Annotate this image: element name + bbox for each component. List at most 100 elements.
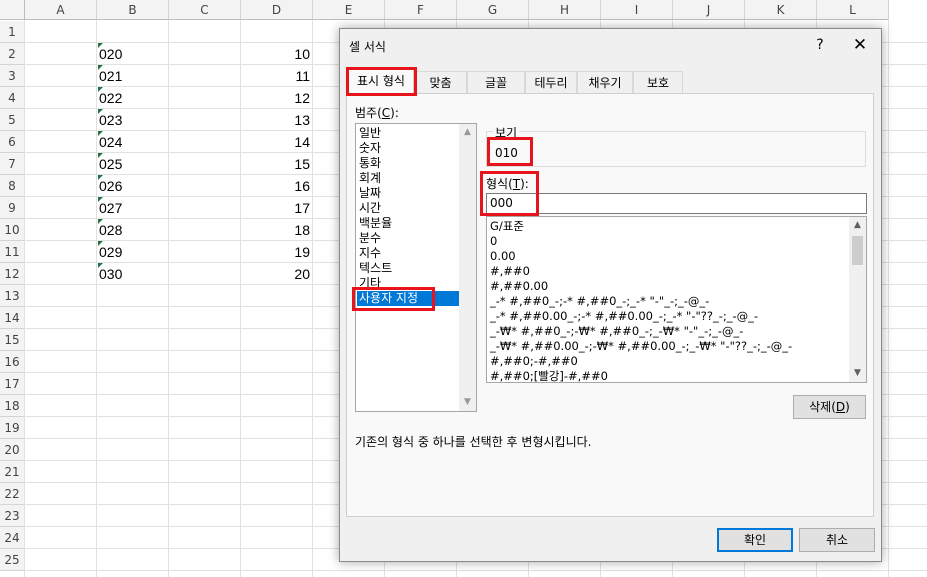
tab-fill[interactable]: 채우기 bbox=[577, 71, 633, 93]
format-item[interactable]: #,##0;[빨강]-#,##0 bbox=[490, 369, 608, 382]
column-header[interactable]: I bbox=[601, 0, 673, 20]
row-header[interactable]: 22 bbox=[0, 483, 25, 505]
cell-b[interactable]: 026 bbox=[98, 175, 167, 196]
category-item[interactable]: 분수 bbox=[359, 231, 381, 246]
tab-font[interactable]: 글꼴 bbox=[467, 71, 525, 93]
row-header[interactable]: 9 bbox=[0, 197, 25, 219]
cell-d[interactable]: 15 bbox=[240, 153, 310, 174]
cell-d[interactable]: 11 bbox=[240, 65, 310, 86]
format-item[interactable]: 0 bbox=[490, 234, 497, 249]
cell-b[interactable]: 027 bbox=[98, 197, 167, 218]
format-list[interactable]: G/표준 0 0.00 #,##0 #,##0.00 _-* #,##0_-;-… bbox=[486, 216, 867, 383]
format-scrollbar[interactable]: ▲ ▼ bbox=[849, 217, 866, 382]
category-item[interactable]: 백분율 bbox=[359, 216, 392, 231]
scroll-down-icon[interactable]: ▼ bbox=[849, 365, 866, 382]
row-header[interactable]: 18 bbox=[0, 395, 25, 417]
row-header[interactable]: 14 bbox=[0, 307, 25, 329]
row-header[interactable]: 23 bbox=[0, 505, 25, 527]
cell-d[interactable]: 20 bbox=[240, 263, 310, 284]
cell-d[interactable]: 13 bbox=[240, 109, 310, 130]
row-header[interactable]: 10 bbox=[0, 219, 25, 241]
category-item[interactable]: 일반 bbox=[359, 126, 381, 141]
row-header[interactable]: 11 bbox=[0, 241, 25, 263]
column-header[interactable]: G bbox=[457, 0, 529, 20]
category-item[interactable]: 시간 bbox=[359, 201, 381, 216]
help-button[interactable]: ? bbox=[810, 35, 830, 55]
row-header[interactable]: 6 bbox=[0, 131, 25, 153]
format-item[interactable]: _-* #,##0.00_-;-* #,##0.00_-;_-* "-"??_-… bbox=[490, 309, 758, 324]
cell-b[interactable]: 023 bbox=[98, 109, 167, 130]
column-header[interactable]: D bbox=[241, 0, 313, 20]
type-input[interactable]: 000 bbox=[486, 193, 867, 214]
cell-b[interactable]: 028 bbox=[98, 219, 167, 240]
format-item[interactable]: #,##0;-#,##0 bbox=[490, 354, 578, 369]
cell-b[interactable]: 021 bbox=[98, 65, 167, 86]
cell-d[interactable]: 10 bbox=[240, 43, 310, 64]
format-item[interactable]: _-* #,##0_-;-* #,##0_-;_-* "-"_-;_-@_- bbox=[490, 294, 709, 309]
row-header[interactable]: 19 bbox=[0, 417, 25, 439]
row-header[interactable]: 21 bbox=[0, 461, 25, 483]
column-header[interactable]: A bbox=[25, 0, 97, 20]
category-item[interactable]: 숫자 bbox=[359, 141, 381, 156]
cell-b[interactable]: 024 bbox=[98, 131, 167, 152]
row-header[interactable]: 1 bbox=[0, 21, 25, 43]
cell-b[interactable]: 022 bbox=[98, 87, 167, 108]
category-scrollbar[interactable]: ▲ ▼ bbox=[459, 124, 476, 411]
category-item-custom-selected[interactable]: 사용자 지정 bbox=[357, 291, 459, 306]
cell-b[interactable]: 030 bbox=[98, 263, 167, 284]
format-item[interactable]: G/표준 bbox=[490, 219, 524, 234]
delete-button[interactable]: 삭제(D) bbox=[793, 395, 866, 419]
row-header[interactable]: 16 bbox=[0, 351, 25, 373]
category-item[interactable]: 텍스트 bbox=[359, 261, 392, 276]
row-header[interactable]: 25 bbox=[0, 549, 25, 571]
scroll-up-icon[interactable]: ▲ bbox=[459, 124, 476, 141]
cell-d[interactable]: 16 bbox=[240, 175, 310, 196]
column-header[interactable]: B bbox=[97, 0, 169, 20]
cell-b[interactable]: 025 bbox=[98, 153, 167, 174]
close-button[interactable]: ✕ bbox=[848, 35, 872, 55]
row-header[interactable]: 20 bbox=[0, 439, 25, 461]
cancel-button[interactable]: 취소 bbox=[799, 528, 875, 552]
cell-d[interactable]: 17 bbox=[240, 197, 310, 218]
row-header[interactable]: 12 bbox=[0, 263, 25, 285]
column-header[interactable]: J bbox=[673, 0, 745, 20]
column-header[interactable]: F bbox=[385, 0, 457, 20]
row-header[interactable]: 7 bbox=[0, 153, 25, 175]
format-item[interactable]: 0.00 bbox=[490, 249, 516, 264]
row-header[interactable]: 2 bbox=[0, 43, 25, 65]
row-header[interactable]: 8 bbox=[0, 175, 25, 197]
column-header[interactable]: C bbox=[169, 0, 241, 20]
cell-b[interactable]: 029 bbox=[98, 241, 167, 262]
scroll-down-icon[interactable]: ▼ bbox=[459, 394, 476, 411]
cell-b[interactable]: 020 bbox=[98, 43, 167, 64]
scroll-thumb[interactable] bbox=[852, 236, 863, 265]
category-item[interactable]: 회계 bbox=[359, 171, 381, 186]
tab-border[interactable]: 테두리 bbox=[525, 71, 577, 93]
tab-protection[interactable]: 보호 bbox=[633, 71, 683, 93]
format-item[interactable]: #,##0.00 bbox=[490, 279, 548, 294]
column-header[interactable]: L bbox=[817, 0, 889, 20]
column-header[interactable]: K bbox=[745, 0, 817, 20]
format-item[interactable]: _-₩* #,##0_-;-₩* #,##0_-;_-₩* "-"_-;_-@_… bbox=[490, 324, 743, 339]
category-item[interactable]: 지수 bbox=[359, 246, 381, 261]
cell-d[interactable]: 18 bbox=[240, 219, 310, 240]
column-header[interactable]: H bbox=[529, 0, 601, 20]
scroll-up-icon[interactable]: ▲ bbox=[849, 217, 866, 234]
row-header[interactable]: 3 bbox=[0, 65, 25, 87]
format-item[interactable]: #,##0 bbox=[490, 264, 530, 279]
category-item[interactable]: 기타 bbox=[359, 276, 381, 291]
row-header[interactable]: 5 bbox=[0, 109, 25, 131]
row-header[interactable]: 17 bbox=[0, 373, 25, 395]
cell-d[interactable]: 12 bbox=[240, 87, 310, 108]
row-header[interactable]: 24 bbox=[0, 527, 25, 549]
select-all-corner[interactable] bbox=[0, 0, 25, 20]
category-item[interactable]: 통화 bbox=[359, 156, 381, 171]
tab-number[interactable]: 표시 형식 bbox=[348, 69, 414, 95]
category-list[interactable]: 일반 숫자 통화 회계 날짜 시간 백분율 분수 지수 텍스트 기타 사용자 지… bbox=[355, 123, 477, 412]
cell-d[interactable]: 14 bbox=[240, 131, 310, 152]
column-header[interactable]: E bbox=[313, 0, 385, 20]
ok-button[interactable]: 확인 bbox=[717, 528, 793, 552]
category-item[interactable]: 날짜 bbox=[359, 186, 381, 201]
tab-alignment[interactable]: 맞춤 bbox=[414, 71, 467, 93]
row-header[interactable]: 4 bbox=[0, 87, 25, 109]
